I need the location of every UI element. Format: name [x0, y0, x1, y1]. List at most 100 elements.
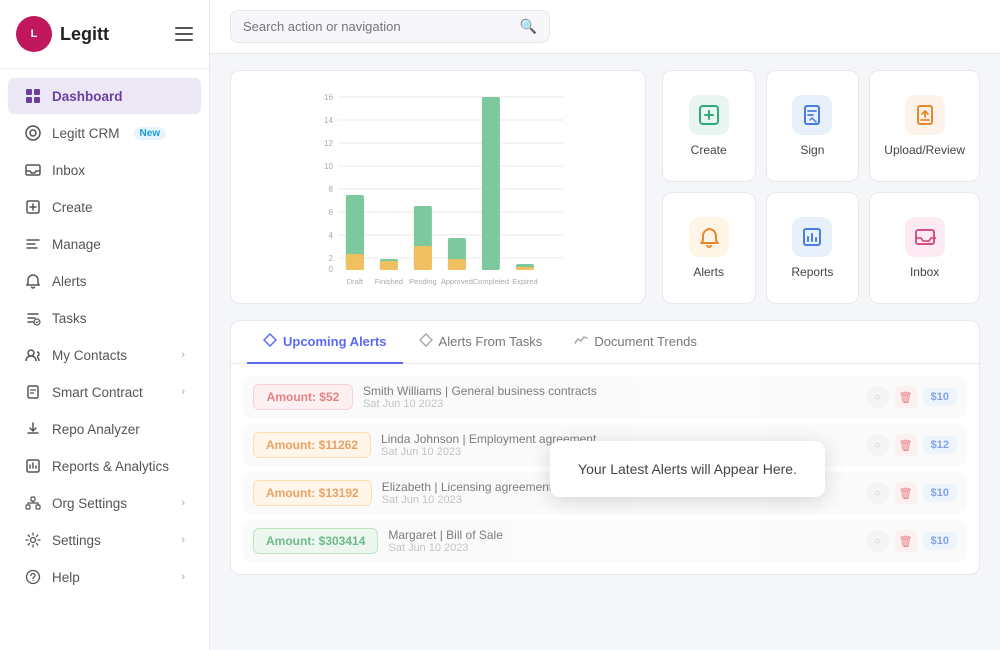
- alerts-tabs: Upcoming Alerts Alerts From Tasks Docume…: [231, 321, 979, 364]
- action-card-alerts[interactable]: Alerts: [662, 192, 756, 304]
- svg-text:2: 2: [328, 254, 333, 263]
- trend-icon: [574, 333, 588, 347]
- sidebar-item-create[interactable]: Create: [8, 189, 201, 225]
- sidebar-item-label: Org Settings: [52, 496, 127, 511]
- top-section: 16 14 12 10 8 6 4 2 0: [230, 70, 980, 304]
- action-card-upload-review[interactable]: Upload/Review: [869, 70, 980, 182]
- dollar-amount: $10: [923, 388, 957, 406]
- org-icon: [24, 494, 42, 512]
- chevron-right-icon: ›: [181, 497, 185, 509]
- sidebar-logo: L Legitt: [0, 0, 209, 69]
- sidebar-item-my-contacts[interactable]: My Contacts ›: [8, 337, 201, 373]
- svg-text:10: 10: [324, 162, 333, 171]
- sidebar-item-repo-analyzer[interactable]: Repo Analyzer: [8, 411, 201, 447]
- circle-icon[interactable]: ○: [867, 434, 889, 456]
- sign-icon: [792, 95, 832, 135]
- sidebar-item-label: Tasks: [52, 311, 87, 326]
- svg-text:16: 16: [324, 93, 333, 102]
- sidebar-item-label: Inbox: [52, 163, 85, 178]
- tasks-icon: [24, 309, 42, 327]
- logo-icon: L: [16, 16, 52, 52]
- trash-icon[interactable]: 🗑: [895, 386, 917, 408]
- tab-alerts-from-tasks[interactable]: Alerts From Tasks: [403, 321, 559, 364]
- action-card-sign[interactable]: Sign: [766, 70, 860, 182]
- circle-icon[interactable]: ○: [867, 482, 889, 504]
- diamond-icon: [419, 333, 433, 347]
- tab-icon: [263, 333, 277, 350]
- sidebar-item-label: Alerts: [52, 274, 87, 289]
- alert-name: Smith Williams | General business contra…: [363, 384, 857, 398]
- sidebar-item-help[interactable]: Help ›: [8, 559, 201, 595]
- action-label-upload-review: Upload/Review: [884, 143, 965, 157]
- chevron-right-icon: ›: [181, 349, 185, 361]
- action-label-inbox: Inbox: [910, 265, 939, 279]
- reports-icon: [792, 217, 832, 257]
- dollar-amount: $10: [923, 484, 957, 502]
- tab-upcoming-alerts[interactable]: Upcoming Alerts: [247, 321, 403, 364]
- help-icon: [24, 568, 42, 586]
- sidebar-item-alerts[interactable]: Alerts: [8, 263, 201, 299]
- sidebar-item-label: Reports & Analytics: [52, 459, 169, 474]
- quick-actions-grid: Create Sign Upload/Review Alerts Reports…: [662, 70, 980, 304]
- action-label-sign: Sign: [800, 143, 824, 157]
- tab-label: Upcoming Alerts: [283, 334, 387, 349]
- repo-icon: [24, 420, 42, 438]
- inbox-icon: [905, 217, 945, 257]
- action-label-reports: Reports: [791, 265, 833, 279]
- sidebar-item-inbox[interactable]: Inbox: [8, 152, 201, 188]
- sidebar-item-label: Create: [52, 200, 93, 215]
- create-icon: [24, 198, 42, 216]
- sidebar-item-legitt-crm[interactable]: Legitt CRM New: [8, 115, 201, 151]
- content-area: 16 14 12 10 8 6 4 2 0: [210, 54, 1000, 650]
- alert-row: Amount: $303414 Margaret | Bill of Sale …: [243, 520, 967, 562]
- trash-icon[interactable]: 🗑: [895, 482, 917, 504]
- amount-badge: Amount: $13192: [253, 480, 372, 506]
- action-card-reports[interactable]: Reports: [766, 192, 860, 304]
- hamburger-menu[interactable]: [175, 27, 193, 41]
- sidebar-item-tasks[interactable]: Tasks: [8, 300, 201, 336]
- alert-name: Margaret | Bill of Sale: [388, 528, 856, 542]
- circle-icon[interactable]: ○: [867, 530, 889, 552]
- grid-icon: [24, 87, 42, 105]
- amount-badge: Amount: $303414: [253, 528, 378, 554]
- app-name: Legitt: [60, 24, 109, 45]
- circle-icon[interactable]: ○: [867, 386, 889, 408]
- svg-text:12: 12: [324, 139, 333, 148]
- sidebar-item-label: Help: [52, 570, 80, 585]
- manage-icon: [24, 235, 42, 253]
- alerts-icon: [24, 272, 42, 290]
- alerts-popup: Your Latest Alerts will Appear Here.: [550, 441, 825, 497]
- trash-icon[interactable]: 🗑: [895, 530, 917, 552]
- crm-icon: [24, 124, 42, 142]
- inbox-icon: [24, 161, 42, 179]
- tab-document-trends[interactable]: Document Trends: [558, 321, 713, 364]
- alert-actions: ○ 🗑 $10: [867, 482, 957, 504]
- action-card-create[interactable]: Create: [662, 70, 756, 182]
- sidebar-item-manage[interactable]: Manage: [8, 226, 201, 262]
- alert-contact: Margaret | Bill of Sale Sat Jun 10 2023: [388, 528, 856, 554]
- chevron-right-icon: ›: [181, 571, 185, 583]
- sidebar-item-org-settings[interactable]: Org Settings ›: [8, 485, 201, 521]
- amount-badge: Amount: $52: [253, 384, 353, 410]
- search-input[interactable]: [243, 19, 512, 34]
- sidebar-nav: Dashboard Legitt CRM New Inbox Create Ma…: [0, 69, 209, 650]
- sidebar-item-reports-analytics[interactable]: Reports & Analytics: [8, 448, 201, 484]
- search-box[interactable]: 🔍: [230, 10, 550, 43]
- sidebar-item-label: Dashboard: [52, 89, 123, 104]
- amount-badge: Amount: $11262: [253, 432, 371, 458]
- sidebar-item-smart-contract[interactable]: Smart Contract ›: [8, 374, 201, 410]
- alerts-body: Amount: $52 Smith Williams | General bus…: [231, 364, 979, 574]
- action-label-create: Create: [691, 143, 727, 157]
- svg-text:14: 14: [324, 116, 333, 125]
- sidebar-item-settings[interactable]: Settings ›: [8, 522, 201, 558]
- trash-icon[interactable]: 🗑: [895, 434, 917, 456]
- svg-text:Approved: Approved: [441, 277, 473, 286]
- svg-text:Pending: Pending: [409, 277, 437, 286]
- sidebar-item-dashboard[interactable]: Dashboard: [8, 78, 201, 114]
- alerts-icon: [689, 217, 729, 257]
- svg-text:6: 6: [328, 208, 333, 217]
- topbar: 🔍: [210, 0, 1000, 54]
- contacts-icon: [24, 346, 42, 364]
- action-card-inbox[interactable]: Inbox: [869, 192, 980, 304]
- dollar-amount: $10: [923, 532, 957, 550]
